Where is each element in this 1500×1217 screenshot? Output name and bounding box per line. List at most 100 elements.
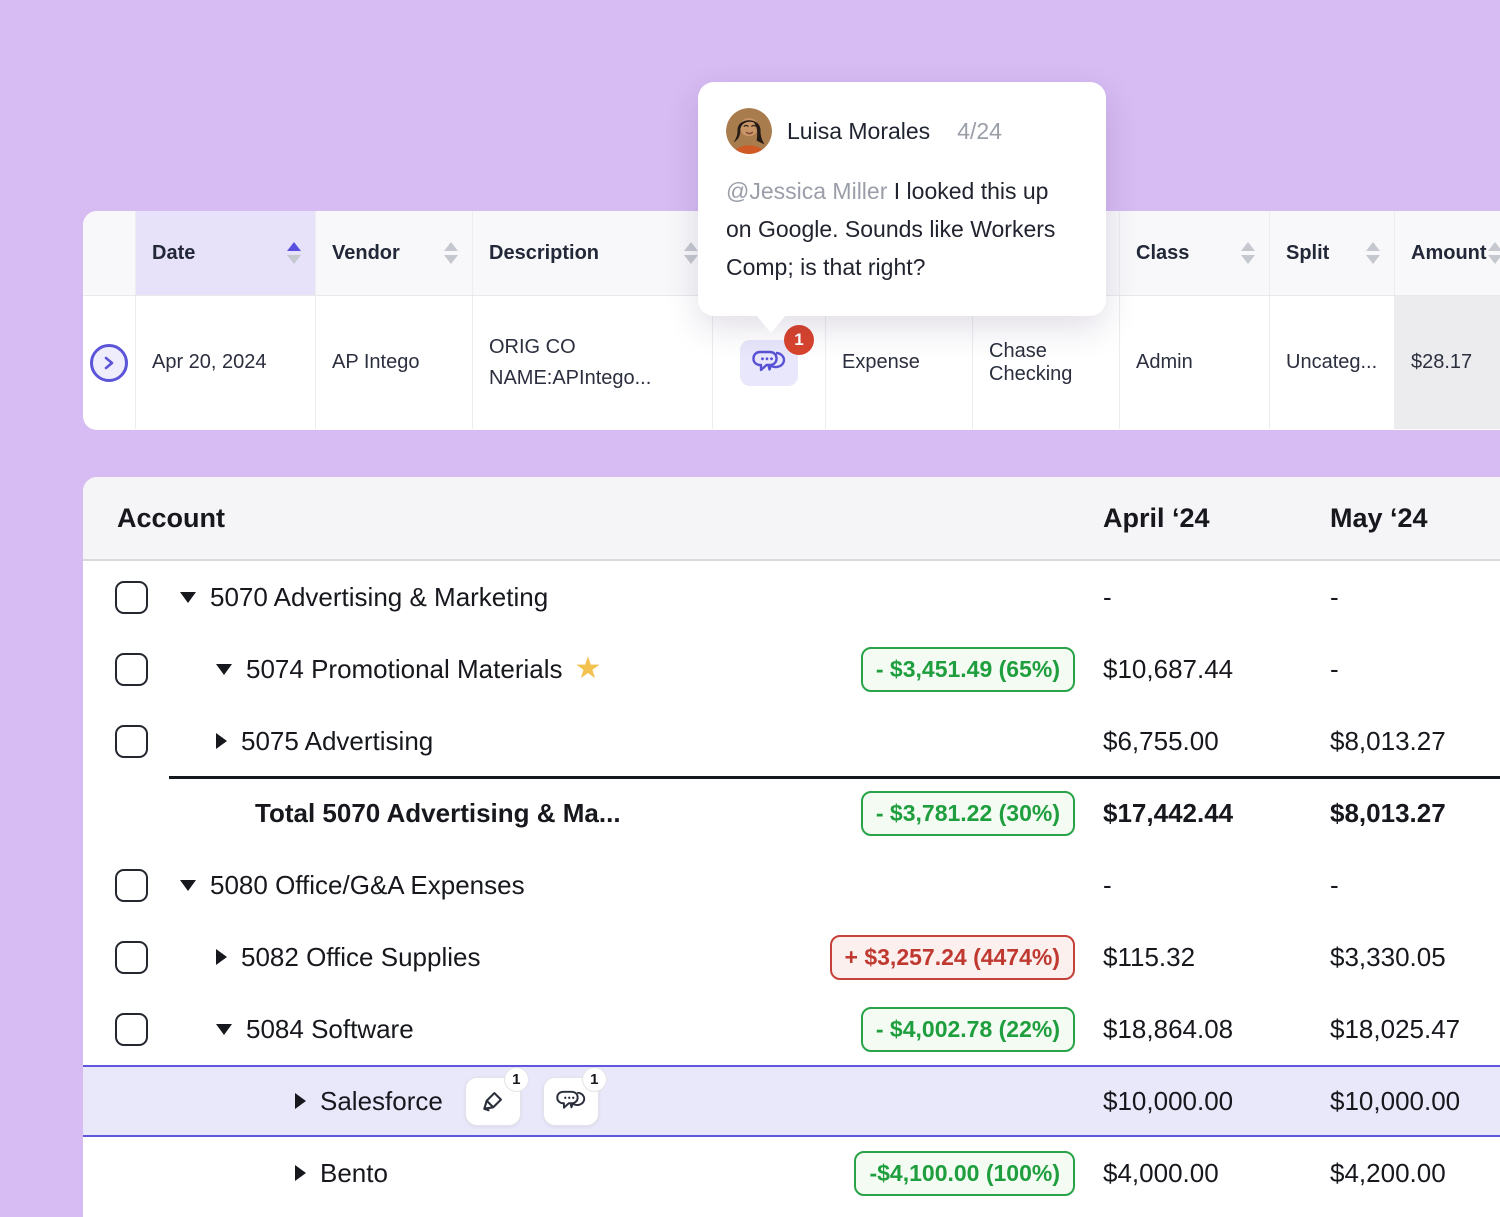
sort-icon[interactable]	[1366, 242, 1380, 264]
class-cell: Admin	[1120, 296, 1270, 429]
expand-cell	[83, 296, 136, 429]
may-value: $18,025.47	[1330, 1014, 1500, 1045]
april-value: -	[1103, 870, 1330, 901]
account-label: 5075 Advertising	[241, 726, 433, 757]
account-row-salesforce[interactable]: Salesforce 1 1 $10,000.	[83, 1065, 1500, 1137]
split-cell: Uncateg...	[1270, 296, 1395, 429]
account-row-5074[interactable]: 5074 Promotional Materials ★ - $3,451.49…	[83, 633, 1500, 705]
column-header-account: Account	[83, 503, 1103, 534]
account-row-5084[interactable]: 5084 Software - $4,002.78 (22%) $18,864.…	[83, 993, 1500, 1065]
account-row-5075[interactable]: 5075 Advertising $6,755.00 $8,013.27	[83, 705, 1500, 777]
may-value: $10,000.00	[1330, 1086, 1500, 1117]
sort-icon[interactable]	[1241, 242, 1255, 264]
account-row-bento[interactable]: Bento -$4,100.00 (100%) $4,000.00 $4,200…	[83, 1137, 1500, 1209]
chevron-right-icon	[101, 355, 117, 371]
column-label-date: Date	[152, 242, 195, 265]
expand-icon[interactable]	[216, 949, 227, 965]
column-header-may: May ‘24	[1330, 503, 1500, 534]
expand-row-button[interactable]	[90, 344, 128, 382]
expand-icon[interactable]	[295, 1165, 306, 1181]
row-checkbox[interactable]	[115, 869, 148, 902]
variance-badge: -$4,100.00 (100%)	[854, 1151, 1075, 1196]
account-row-5080[interactable]: 5080 Office/G&A Expenses - -	[83, 849, 1500, 921]
sort-icon[interactable]	[444, 242, 458, 264]
accounts-header-row: Account April ‘24 May ‘24	[83, 477, 1500, 561]
collapse-icon[interactable]	[216, 1024, 232, 1035]
column-header-class[interactable]: Class	[1120, 211, 1270, 295]
account-label: 5070 Advertising & Marketing	[210, 582, 548, 613]
collapse-icon[interactable]	[216, 664, 232, 675]
highlighter-icon	[479, 1087, 507, 1115]
accounts-table: Account April ‘24 May ‘24 5070 Advertisi…	[83, 477, 1500, 1217]
row-checkbox[interactable]	[115, 1013, 148, 1046]
account-label: 5080 Office/G&A Expenses	[210, 870, 525, 901]
april-value: $10,687.44	[1103, 654, 1330, 685]
april-value: $10,000.00	[1103, 1086, 1330, 1117]
account-label: 5074 Promotional Materials	[246, 654, 563, 685]
may-value: $4,200.00	[1330, 1158, 1500, 1189]
account-row-5082[interactable]: 5082 Office Supplies + $3,257.24 (4474%)…	[83, 921, 1500, 993]
column-label-split: Split	[1286, 242, 1329, 265]
column-label-vendor: Vendor	[332, 242, 400, 265]
expand-icon[interactable]	[216, 733, 227, 749]
column-label-class: Class	[1136, 242, 1189, 265]
row-checkbox[interactable]	[115, 653, 148, 686]
collapse-icon[interactable]	[180, 880, 196, 891]
expand-column-header	[83, 211, 136, 295]
column-header-description[interactable]: Description	[473, 211, 713, 295]
row-checkbox[interactable]	[115, 941, 148, 974]
comment-thread-button[interactable]: 1	[740, 340, 798, 386]
account-label: Bento	[320, 1158, 388, 1189]
description-cell: ORIG CO NAME:APIntego...	[473, 296, 713, 429]
may-value: -	[1330, 870, 1500, 901]
april-value: $4,000.00	[1103, 1158, 1330, 1189]
variance-badge: + $3,257.24 (4474%)	[830, 935, 1075, 980]
comment-header: Luisa Morales 4/24	[726, 108, 1078, 154]
variance-badge: - $3,781.22 (30%)	[861, 791, 1075, 836]
sort-icon[interactable]	[287, 242, 301, 264]
variance-badge: - $4,002.78 (22%)	[861, 1007, 1075, 1052]
comment-button[interactable]: 1	[543, 1077, 599, 1126]
column-label-description: Description	[489, 242, 599, 265]
april-value: $6,755.00	[1103, 726, 1330, 757]
column-label-amount: Amount	[1411, 242, 1487, 265]
comment-popover: Luisa Morales 4/24 @Jessica Miller I loo…	[698, 82, 1106, 316]
april-value: $17,442.44	[1103, 798, 1330, 829]
account-label: 5084 Software	[246, 1014, 414, 1045]
column-header-split[interactable]: Split	[1270, 211, 1395, 295]
avatar	[726, 108, 772, 154]
highlight-button[interactable]: 1	[465, 1077, 521, 1126]
favorite-star-icon[interactable]: ★	[575, 654, 602, 684]
unread-count-badge: 1	[784, 325, 814, 355]
account-label: 5082 Office Supplies	[241, 942, 480, 973]
total-label: Total 5070 Advertising & Ma...	[255, 798, 621, 829]
expand-icon[interactable]	[295, 1093, 306, 1109]
april-value: -	[1103, 582, 1330, 613]
popover-tail	[756, 315, 786, 333]
vendor-cell: AP Intego	[316, 296, 473, 429]
comment-author: Luisa Morales	[787, 118, 930, 145]
april-value: $18,864.08	[1103, 1014, 1330, 1045]
sort-icon[interactable]	[1488, 242, 1500, 264]
variance-badge: - $3,451.49 (65%)	[861, 647, 1075, 692]
row-checkbox[interactable]	[115, 581, 148, 614]
row-checkbox[interactable]	[115, 725, 148, 758]
date-cell: Apr 20, 2024	[136, 296, 316, 429]
avatar-image	[726, 108, 772, 154]
highlight-count-badge: 1	[504, 1067, 529, 1092]
column-header-date[interactable]: Date	[136, 211, 316, 295]
column-header-amount[interactable]: Amount	[1395, 211, 1500, 295]
amount-cell: $28.17	[1395, 296, 1500, 429]
chat-bubbles-icon	[556, 1088, 586, 1115]
sort-icon[interactable]	[684, 242, 698, 264]
comment-timestamp: 4/24	[957, 118, 1002, 145]
may-value: $3,330.05	[1330, 942, 1500, 973]
april-value: $115.32	[1103, 942, 1330, 973]
mention-tag: @Jessica Miller	[726, 178, 887, 204]
column-header-vendor[interactable]: Vendor	[316, 211, 473, 295]
account-row-5070[interactable]: 5070 Advertising & Marketing - -	[83, 561, 1500, 633]
may-value: $8,013.27	[1330, 726, 1500, 757]
may-value: $8,013.27	[1330, 798, 1500, 829]
collapse-icon[interactable]	[180, 592, 196, 603]
account-label: Salesforce	[320, 1086, 443, 1117]
